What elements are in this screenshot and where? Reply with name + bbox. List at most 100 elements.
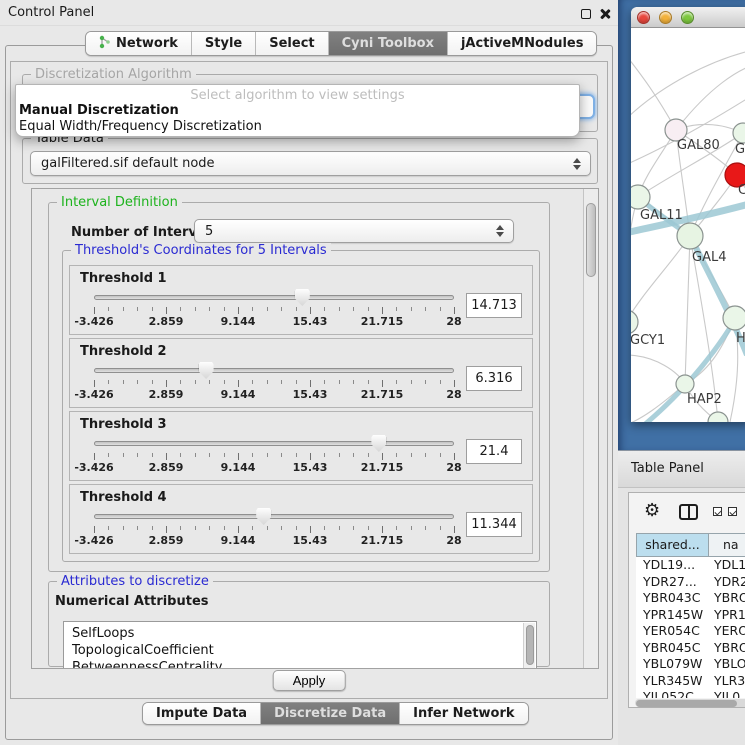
table-data-group: Table Data galFiltered.sif default node <box>22 138 598 184</box>
tick-mark <box>166 380 167 387</box>
network-canvas[interactable]: GAL80GACGAL11GAL4GCY1HHAP2 <box>631 28 745 422</box>
tab-cyni-toolbox[interactable]: Cyni Toolbox <box>328 32 447 55</box>
slider-thumb[interactable] <box>199 362 214 379</box>
apply-button[interactable]: Apply <box>273 670 346 691</box>
tab-style[interactable]: Style <box>191 32 255 55</box>
tick-mark <box>425 380 426 384</box>
table-data-combobox[interactable]: galFiltered.sif default node <box>30 151 591 176</box>
attributes-scrollbar-thumb[interactable] <box>526 625 534 665</box>
table-hscrollbar-thumb[interactable] <box>636 700 737 707</box>
network-node[interactable] <box>631 185 650 209</box>
network-edge[interactable] <box>631 236 690 322</box>
threshold-value-field[interactable]: 6.316 <box>466 366 522 391</box>
tick-mark <box>180 307 181 311</box>
tick-label: 28 <box>446 461 461 474</box>
algorithm-option-equal-width-frequency-discretization[interactable]: Equal Width/Frequency Discretization <box>16 119 579 135</box>
tab-label: Cyni Toolbox <box>342 36 434 51</box>
network-node[interactable] <box>708 412 728 422</box>
network-edge[interactable] <box>631 95 745 165</box>
table-row[interactable]: YBR045CYBRO <box>636 640 745 657</box>
attribute-item-betweennesscentrality[interactable]: BetweennessCentrality <box>72 659 536 669</box>
network-view-window[interactable]: GAL80GACGAL11GAL4GCY1HHAP2 <box>631 7 745 422</box>
tick-mark <box>382 526 383 533</box>
slider-track[interactable] <box>94 295 454 300</box>
gear-icon[interactable]: ⚙ <box>644 500 660 521</box>
tab-network[interactable]: Network <box>86 32 191 55</box>
table-cell: YER054C <box>636 623 709 640</box>
float-window-icon[interactable] <box>581 9 591 19</box>
num-intervals-spinner[interactable]: 5 <box>194 219 514 243</box>
tick-mark <box>396 307 397 311</box>
close-light[interactable] <box>637 11 650 24</box>
threshold-slider[interactable]: -3.4262.8599.14415.4321.71528 <box>94 506 454 546</box>
network-icon <box>99 35 111 53</box>
network-node[interactable] <box>676 375 694 393</box>
threshold-slider[interactable]: -3.4262.8599.14415.4321.71528 <box>94 287 454 327</box>
network-node[interactable] <box>733 123 745 143</box>
slider-thumb[interactable] <box>371 435 386 452</box>
table-column-header[interactable]: shared... <box>636 533 709 557</box>
threshold-label: Threshold 1 <box>80 271 522 286</box>
table-hscrollbar[interactable] <box>635 699 745 707</box>
numerical-attributes-list[interactable]: SelfLoopsTopologicalCoefficientBetweenne… <box>63 621 537 669</box>
attribute-item-topologicalcoefficient[interactable]: TopologicalCoefficient <box>72 642 536 659</box>
tick-mark <box>123 380 124 384</box>
checkbox-icon[interactable] <box>728 507 737 516</box>
threshold-value-field[interactable]: 21.4 <box>466 439 522 464</box>
columns-icon[interactable] <box>679 504 698 520</box>
checkbox-icon[interactable] <box>713 507 722 516</box>
attribute-item-selfloops[interactable]: SelfLoops <box>72 625 536 642</box>
slider-track[interactable] <box>94 514 454 519</box>
tab-impute-data[interactable]: Impute Data <box>143 703 260 724</box>
network-window-titlebar[interactable] <box>631 7 745 28</box>
cyni-toolbox-panel: Discretization Algorithm Select algorith… <box>10 61 608 699</box>
table-row[interactable]: YLR345WYLR3 <box>636 673 745 690</box>
table-data-combobox-value: galFiltered.sif default node <box>41 156 215 171</box>
network-graph[interactable]: GAL80GACGAL11GAL4GCY1HHAP2 <box>631 28 745 422</box>
slider-thumb[interactable] <box>256 508 271 525</box>
tick-mark <box>368 526 369 530</box>
network-edge[interactable] <box>631 197 638 295</box>
network-edge[interactable] <box>631 55 676 130</box>
table-row[interactable]: YBL079WYBLO <box>636 656 745 673</box>
tick-mark <box>238 453 239 460</box>
minimize-light[interactable] <box>659 11 672 24</box>
thresholds-group: Threshold's Coordinates for 5 Intervals … <box>62 250 540 562</box>
tab-discretize-data[interactable]: Discretize Data <box>260 703 399 724</box>
table-row[interactable]: YDR27...YDR2 <box>636 574 745 591</box>
network-edge[interactable] <box>685 236 690 384</box>
tick-mark <box>324 526 325 530</box>
attributes-scrollbar[interactable] <box>523 623 535 669</box>
algorithm-option-manual-discretization[interactable]: Manual Discretization <box>16 103 579 119</box>
slider-track[interactable] <box>94 441 454 446</box>
zoom-light[interactable] <box>681 11 694 24</box>
settings-scrollbar[interactable] <box>583 189 598 668</box>
tick-mark <box>310 526 311 533</box>
thresholds-group-title: Threshold's Coordinates for 5 Intervals <box>71 243 331 258</box>
threshold-slider[interactable]: -3.4262.8599.14415.4321.71528 <box>94 360 454 400</box>
tick-mark <box>123 526 124 530</box>
threshold-slider[interactable]: -3.4262.8599.14415.4321.71528 <box>94 433 454 473</box>
table-row[interactable]: YPR145WYPR1 <box>636 607 745 624</box>
threshold-value-field[interactable]: 11.344 <box>466 512 522 537</box>
slider-thumb[interactable] <box>295 289 310 306</box>
table-row[interactable]: YDL19...YDL1 <box>636 557 745 574</box>
settings-scrollbar-thumb[interactable] <box>586 203 596 277</box>
tab-select[interactable]: Select <box>255 32 327 55</box>
threshold-value-field[interactable]: 14.713 <box>466 293 522 318</box>
network-node[interactable] <box>677 223 703 249</box>
slider-track[interactable] <box>94 368 454 373</box>
table-row[interactable]: YER054CYERO <box>636 623 745 640</box>
close-icon[interactable] <box>599 8 611 20</box>
slider-tick-labels: -3.4262.8599.14415.4321.71528 <box>94 534 454 546</box>
network-node[interactable] <box>723 306 745 330</box>
table-row[interactable]: YBR043CYBRO <box>636 590 745 607</box>
table-column-header[interactable]: na <box>708 533 745 557</box>
tabbed-content-panel: Discretization Algorithm Select algorith… <box>5 45 613 740</box>
table-panel-title: Table Panel <box>631 461 704 476</box>
tab-infer-network[interactable]: Infer Network <box>399 703 527 724</box>
tick-mark <box>310 380 311 387</box>
network-node[interactable] <box>631 310 638 334</box>
tab-jactivemnodules[interactable]: jActiveMNodules <box>447 32 597 55</box>
table-row[interactable]: YIL052CYIL0 <box>636 689 745 698</box>
